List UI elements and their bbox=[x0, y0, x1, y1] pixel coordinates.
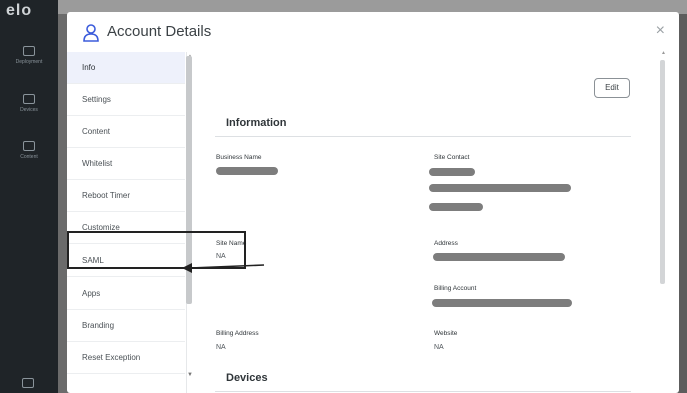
info-panel: Edit Information Business Name Site Cont… bbox=[195, 52, 665, 393]
sidebar-item-saml[interactable]: SAML bbox=[67, 245, 185, 277]
sidebar-item-customize[interactable]: Customize bbox=[67, 212, 185, 244]
redacted-address bbox=[433, 253, 565, 261]
modal-title: Account Details bbox=[107, 23, 212, 40]
sidebar-item-branding[interactable]: Branding bbox=[67, 310, 185, 342]
redacted-site-contact bbox=[429, 184, 571, 192]
background-nav-devices[interactable]: Devices bbox=[0, 94, 58, 113]
background-logo: elo bbox=[6, 2, 33, 19]
scroll-up-icon[interactable]: ▲ bbox=[661, 50, 666, 56]
annotation-arrow-icon bbox=[182, 263, 265, 273]
billing-account-label: Billing Account bbox=[434, 285, 477, 292]
billing-address-value: NA bbox=[216, 344, 226, 351]
devices-icon bbox=[23, 94, 35, 104]
site-contact-label: Site Contact bbox=[434, 154, 470, 161]
address-label: Address bbox=[434, 240, 458, 247]
user-icon bbox=[83, 24, 99, 42]
section-divider bbox=[215, 136, 631, 137]
background-nav-content[interactable]: Content bbox=[0, 141, 58, 160]
modal-header: Account Details × bbox=[67, 12, 679, 52]
redacted-site-contact bbox=[429, 168, 475, 176]
sidebar-item-settings[interactable]: Settings bbox=[67, 84, 185, 116]
background-nav-label: Content bbox=[20, 154, 38, 160]
sidebar-item-whitelist[interactable]: Whitelist bbox=[67, 148, 185, 180]
devices-heading: Devices bbox=[226, 372, 268, 384]
account-details-modal: Account Details × Info Settings Content … bbox=[67, 12, 679, 393]
background-sidebar: elo Deployment Devices Content bbox=[0, 0, 58, 393]
billing-address-label: Billing Address bbox=[216, 330, 259, 337]
background-nav-deployment[interactable]: Deployment bbox=[0, 46, 58, 65]
sidebar-item-reset-exception[interactable]: Reset Exception bbox=[67, 342, 185, 374]
website-label: Website bbox=[434, 330, 458, 337]
deployment-icon bbox=[23, 46, 35, 56]
information-heading: Information bbox=[226, 117, 287, 129]
sidebar-item-reboot-timer[interactable]: Reboot Timer bbox=[67, 180, 185, 212]
edit-button[interactable]: Edit bbox=[594, 78, 630, 98]
redacted-business-name bbox=[216, 167, 278, 175]
scroll-down-icon[interactable]: ▼ bbox=[187, 372, 193, 378]
sidebar-item-apps[interactable]: Apps bbox=[67, 278, 185, 310]
content-icon bbox=[23, 141, 35, 151]
background-bottom-icon[interactable] bbox=[22, 378, 34, 388]
site-name-label: Site Name bbox=[216, 240, 247, 247]
sidebar-item-info[interactable]: Info bbox=[67, 52, 185, 84]
website-value: NA bbox=[434, 344, 444, 351]
business-name-label: Business Name bbox=[216, 154, 262, 161]
close-icon[interactable]: × bbox=[656, 22, 665, 40]
redacted-billing-account bbox=[432, 299, 572, 307]
sidebar-item-content[interactable]: Content bbox=[67, 116, 185, 148]
background-nav-label: Deployment bbox=[15, 59, 43, 65]
content-scrollbar[interactable] bbox=[660, 60, 665, 284]
redacted-site-contact bbox=[429, 203, 483, 211]
account-sidebar: Info Settings Content Whitelist Reboot T… bbox=[67, 52, 193, 393]
section-divider bbox=[215, 391, 631, 392]
background-nav-label: Devices bbox=[20, 107, 38, 113]
